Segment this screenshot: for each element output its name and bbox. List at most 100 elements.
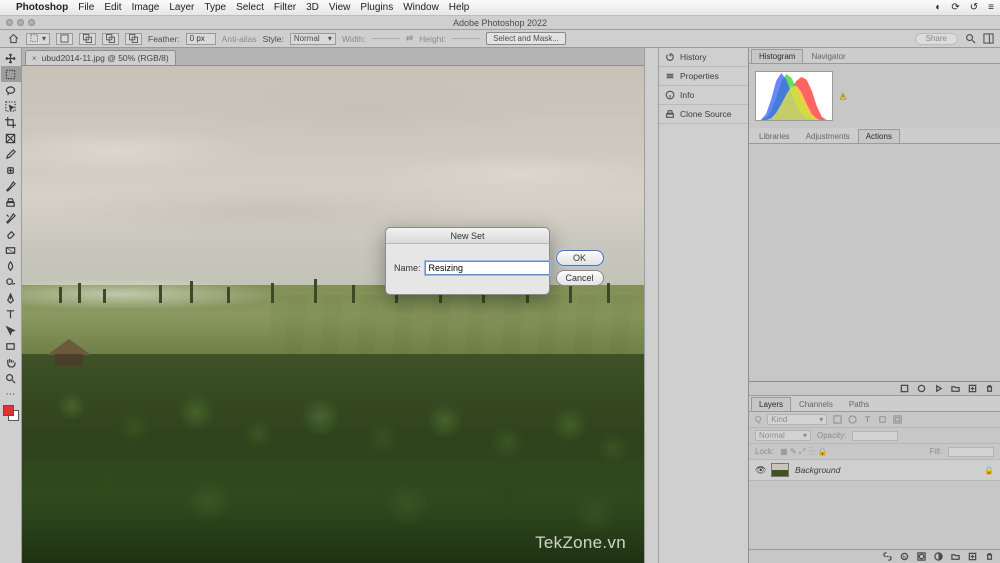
menu-window[interactable]: Window: [403, 2, 439, 13]
brush-tool[interactable]: [1, 178, 21, 194]
link-layers-icon[interactable]: [883, 552, 892, 561]
edit-toolbar[interactable]: ⋯: [1, 386, 21, 402]
lasso-tool[interactable]: [1, 82, 21, 98]
actions-panel-body[interactable]: [749, 144, 1000, 381]
menu-file[interactable]: File: [78, 2, 94, 13]
trash-icon[interactable]: [985, 384, 994, 393]
ok-button[interactable]: OK: [556, 250, 604, 266]
layer-name[interactable]: Background: [795, 465, 840, 475]
select-and-mask-button[interactable]: Select and Mask...: [486, 32, 566, 45]
layer-lock-icon[interactable]: 🔒: [984, 466, 994, 475]
adjustment-layer-icon[interactable]: [934, 552, 943, 561]
tab-adjustments[interactable]: Adjustments: [798, 129, 858, 143]
rectangle-tool[interactable]: [1, 338, 21, 354]
menu-type[interactable]: Type: [204, 2, 226, 13]
record-icon[interactable]: [917, 384, 926, 393]
new-group-icon[interactable]: [951, 552, 960, 561]
filter-pixel-icon[interactable]: [833, 415, 842, 424]
hand-tool[interactable]: [1, 354, 21, 370]
workspace-switcher-icon[interactable]: [982, 33, 994, 45]
menu-image[interactable]: Image: [132, 2, 160, 13]
layer-filter-kind[interactable]: Kind▾: [767, 414, 827, 425]
tool-preset-picker[interactable]: ▾: [26, 33, 50, 45]
feather-input[interactable]: [186, 33, 216, 45]
menu-select[interactable]: Select: [236, 2, 264, 13]
canvas[interactable]: TekZone.vn: [22, 66, 644, 563]
play-icon[interactable]: [934, 384, 943, 393]
menu-plugins[interactable]: Plugins: [360, 2, 393, 13]
eyedropper-tool[interactable]: [1, 146, 21, 162]
histogram-warning-icon[interactable]: [839, 92, 847, 100]
stop-icon[interactable]: [900, 384, 909, 393]
height-label: Height:: [419, 34, 446, 44]
crop-tool[interactable]: [1, 114, 21, 130]
object-selection-tool[interactable]: [1, 98, 21, 114]
filter-smart-icon[interactable]: [893, 415, 902, 424]
document-tab[interactable]: × ubud2014-11.jpg @ 50% (RGB/8): [25, 50, 176, 65]
selection-mode-new[interactable]: [56, 33, 73, 45]
status-icon[interactable]: ≡: [988, 2, 994, 13]
layer-visibility-icon[interactable]: 👁: [755, 465, 765, 476]
selection-mode-intersect[interactable]: [125, 33, 142, 45]
menu-edit[interactable]: Edit: [104, 2, 121, 13]
selection-mode-add[interactable]: [79, 33, 96, 45]
share-button[interactable]: Share: [915, 33, 958, 45]
filter-adjust-icon[interactable]: [848, 415, 857, 424]
tab-layers[interactable]: Layers: [751, 397, 791, 411]
new-layer-icon[interactable]: [968, 552, 977, 561]
filter-type-icon[interactable]: [863, 415, 872, 424]
tab-paths[interactable]: Paths: [841, 397, 877, 411]
path-selection-tool[interactable]: [1, 322, 21, 338]
panel-history[interactable]: History: [659, 48, 748, 67]
color-swatches[interactable]: [3, 405, 19, 421]
marquee-tool[interactable]: [1, 66, 21, 82]
menu-filter[interactable]: Filter: [274, 2, 296, 13]
menu-view[interactable]: View: [329, 2, 351, 13]
status-icon[interactable]: ◐: [935, 2, 941, 13]
style-select[interactable]: Normal▾: [290, 33, 336, 45]
layer-mask-icon[interactable]: [917, 552, 926, 561]
delete-layer-icon[interactable]: [985, 552, 994, 561]
layer-thumbnail[interactable]: [771, 463, 789, 477]
tab-libraries[interactable]: Libraries: [751, 129, 798, 143]
type-tool[interactable]: [1, 306, 21, 322]
panel-properties[interactable]: Properties: [659, 67, 748, 86]
history-brush-tool[interactable]: [1, 210, 21, 226]
healing-tool[interactable]: [1, 162, 21, 178]
home-button[interactable]: [6, 32, 20, 46]
tab-histogram[interactable]: Histogram: [751, 49, 803, 63]
blur-tool[interactable]: [1, 258, 21, 274]
status-icon[interactable]: ↺: [970, 2, 978, 13]
status-icon[interactable]: ⟳: [951, 2, 959, 13]
filter-shape-icon[interactable]: [878, 415, 887, 424]
layer-style-icon[interactable]: fx: [900, 552, 909, 561]
tab-actions[interactable]: Actions: [858, 129, 900, 143]
pen-tool[interactable]: [1, 290, 21, 306]
zoom-tool[interactable]: [1, 370, 21, 386]
gradient-tool[interactable]: [1, 242, 21, 258]
new-set-icon[interactable]: [951, 384, 960, 393]
menu-help[interactable]: Help: [449, 2, 470, 13]
new-action-icon[interactable]: [968, 384, 977, 393]
window-controls[interactable]: [6, 19, 35, 26]
set-name-input[interactable]: [425, 261, 550, 275]
search-icon[interactable]: [964, 33, 976, 45]
clone-stamp-tool[interactable]: [1, 194, 21, 210]
tab-navigator[interactable]: Navigator: [803, 49, 853, 63]
tab-channels[interactable]: Channels: [791, 397, 841, 411]
panel-info[interactable]: Info: [659, 86, 748, 105]
layers-empty-area[interactable]: [749, 481, 1000, 549]
cancel-button[interactable]: Cancel: [556, 270, 604, 286]
menu-3d[interactable]: 3D: [306, 2, 319, 13]
frame-tool[interactable]: [1, 130, 21, 146]
selection-mode-subtract[interactable]: [102, 33, 119, 45]
menu-layer[interactable]: Layer: [169, 2, 194, 13]
close-tab-icon[interactable]: ×: [32, 54, 37, 63]
panel-collapse-strip[interactable]: [644, 48, 658, 563]
dodge-tool[interactable]: [1, 274, 21, 290]
move-tool[interactable]: [1, 50, 21, 66]
menu-appname[interactable]: Photoshop: [16, 2, 68, 13]
eraser-tool[interactable]: [1, 226, 21, 242]
layer-row-background[interactable]: 👁 Background 🔒: [749, 460, 1000, 481]
panel-clone-source[interactable]: Clone Source: [659, 105, 748, 124]
